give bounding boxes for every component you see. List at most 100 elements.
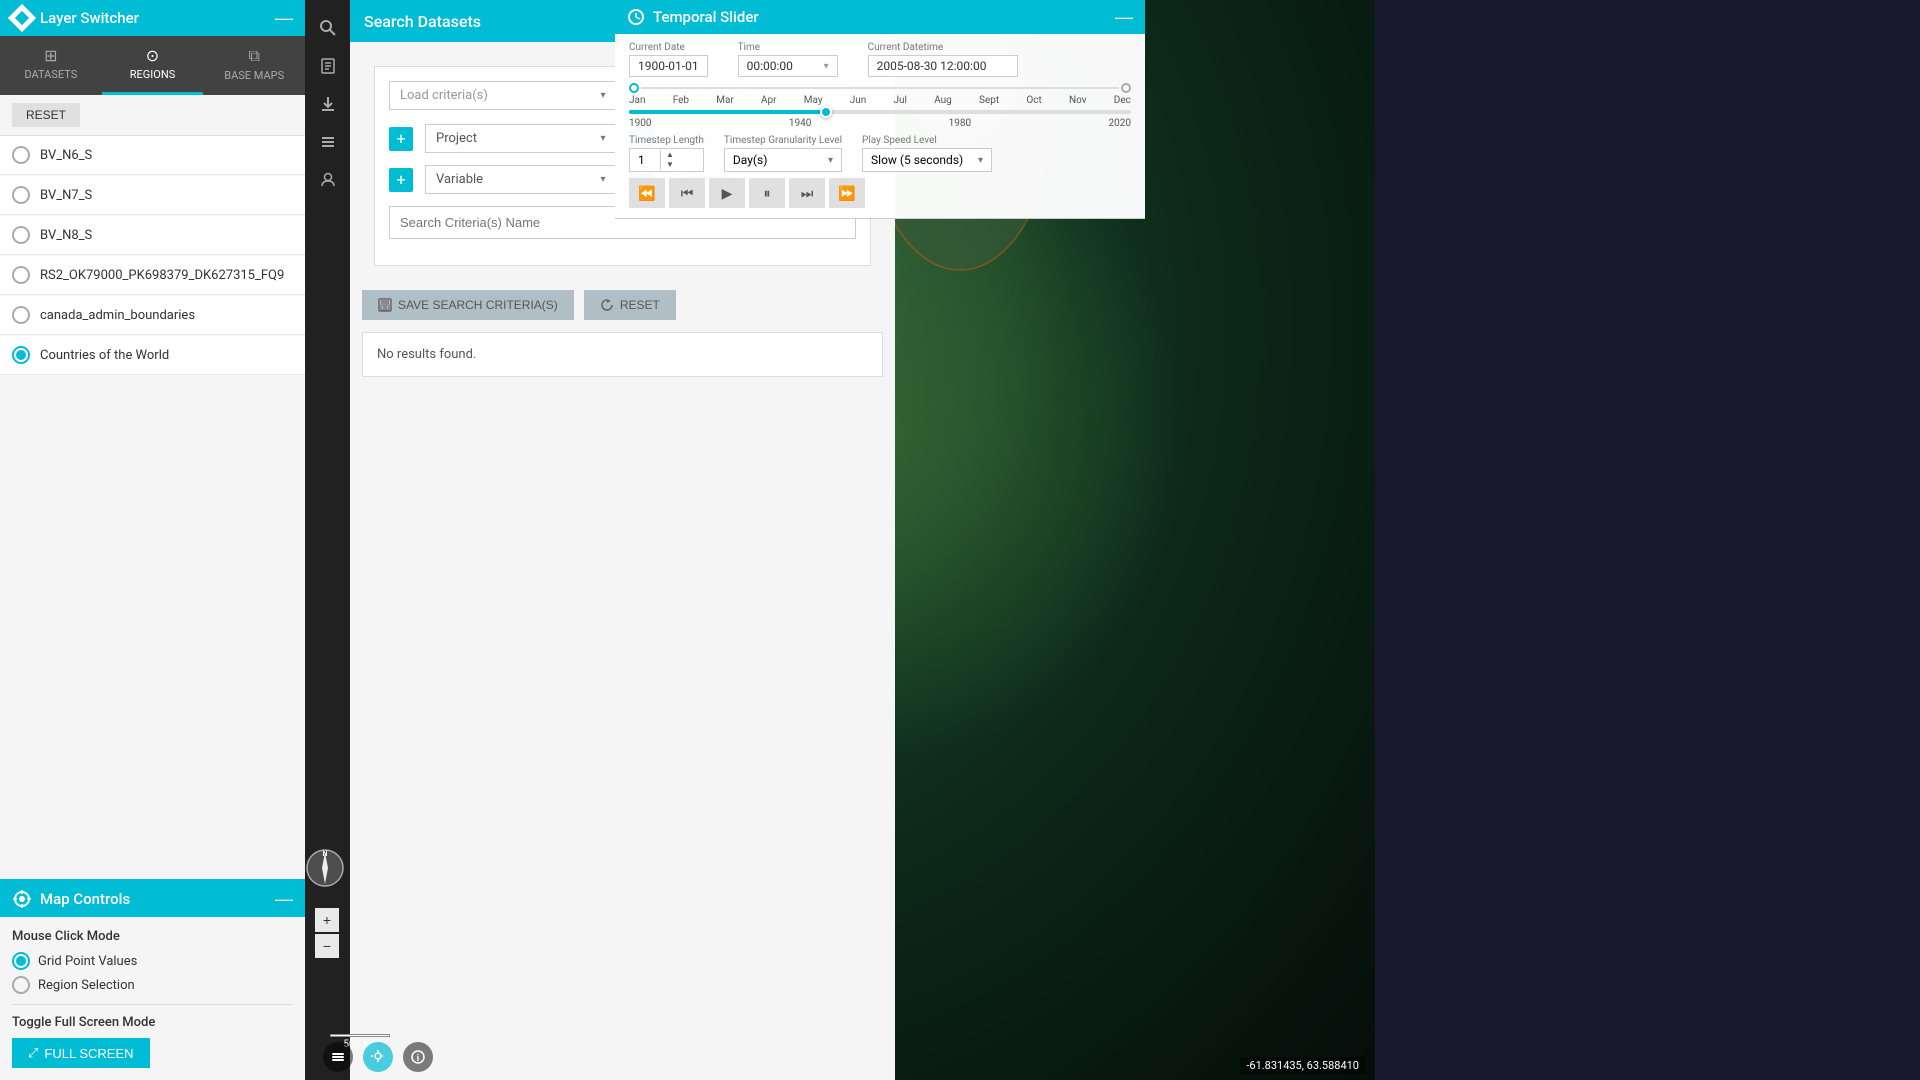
toolbar-document[interactable] <box>310 48 346 84</box>
temporal-header: Temporal Slider — <box>615 0 1145 34</box>
timestep-down[interactable]: ▼ <box>661 160 679 170</box>
month-feb: Feb <box>673 95 689 106</box>
timestep-length-value[interactable]: 1 ▲ ▼ <box>629 148 704 172</box>
map-controls-body: Mouse Click Mode Grid Point Values Regio… <box>0 917 305 1080</box>
timestep-arrows[interactable]: ▲ ▼ <box>660 150 679 170</box>
project-text: Project <box>436 131 477 146</box>
map-icon-2[interactable] <box>363 1042 393 1072</box>
radio-bv-n8[interactable] <box>12 226 30 244</box>
layer-switcher-minimize[interactable]: — <box>275 9 293 27</box>
project-chevron: ▾ <box>600 133 605 144</box>
timestep-granularity-select[interactable]: Day(s) ▾ <box>724 148 842 172</box>
layer-item-bv-n7[interactable]: BV_N7_S <box>0 176 305 215</box>
current-datetime-label: Current Datetime <box>868 42 1018 53</box>
scale-bar-line <box>330 1034 390 1037</box>
zoom-in-button[interactable]: + <box>315 908 339 932</box>
year-slider-fill <box>629 110 830 114</box>
gear-icon <box>12 889 32 909</box>
variable-text: Variable <box>436 172 483 187</box>
play-speed-select[interactable]: Slow (5 seconds) ▾ <box>862 148 992 172</box>
temporal-panel: Temporal Slider — Current Date 1900-01-0… <box>615 0 1145 219</box>
no-results-text: No results found. <box>377 347 476 362</box>
toolbar-search[interactable] <box>310 10 346 46</box>
skip-forward-button[interactable]: ⏭ <box>789 178 825 208</box>
temporal-minimize[interactable]: — <box>1115 8 1133 26</box>
toolbar-import[interactable] <box>310 86 346 122</box>
load-criteria-text: Load criteria(s) <box>400 88 488 103</box>
layers-icon <box>319 133 337 151</box>
month-aug: Aug <box>934 95 952 106</box>
bottom-map-icons: i <box>323 1042 433 1072</box>
coordinates: -61.831435, 63.588410 <box>1240 1057 1365 1074</box>
search-actions: SAVE SEARCH CRITERIA(S) RESET <box>362 290 883 320</box>
skip-back-button[interactable]: ⏮ <box>669 178 705 208</box>
map-icon-3[interactable]: i <box>403 1042 433 1072</box>
year-slider-track[interactable] <box>629 110 1131 114</box>
reset-search-button[interactable]: RESET <box>584 290 676 320</box>
tab-regions[interactable]: ⊙ REGIONS <box>102 36 204 95</box>
rewind-button[interactable]: ⏪ <box>629 178 665 208</box>
radio-region-select[interactable]: Region Selection <box>12 976 293 994</box>
layer-name-countries: Countries of the World <box>40 348 169 363</box>
radio-canada[interactable] <box>12 306 30 324</box>
time-value[interactable]: 00:00:00 ▾ <box>738 55 838 77</box>
month-track <box>641 87 1119 89</box>
tab-datasets[interactable]: ⊞ DATASETS <box>0 36 102 95</box>
toolbar-layers[interactable] <box>310 124 346 160</box>
play-button[interactable]: ▶ <box>709 178 745 208</box>
variable-plus[interactable]: + <box>389 168 413 192</box>
layer-item-bv-n6[interactable]: BV_N6_S <box>0 136 305 175</box>
zoom-out-button[interactable]: − <box>315 934 339 958</box>
play-speed-label: Play Speed Level <box>862 135 992 146</box>
info-bottom-icon: i <box>410 1049 426 1065</box>
radio-bv-n6[interactable] <box>12 146 30 164</box>
toolbar-person[interactable] <box>310 162 346 198</box>
current-datetime-text: 2005-08-30 12:00:00 <box>877 59 987 73</box>
layer-item-countries[interactable]: Countries of the World <box>0 336 305 375</box>
radio-rs2[interactable] <box>12 266 30 284</box>
granularity-arrow: ▾ <box>828 155 833 166</box>
radio-grid-point[interactable]: Grid Point Values <box>12 952 293 970</box>
layer-reset-button[interactable]: RESET <box>12 103 80 127</box>
load-criteria-arrow: ▾ <box>600 90 605 101</box>
current-date-text: 1900-01-01 <box>638 59 699 73</box>
load-criteria-select[interactable]: Load criteria(s) ▾ <box>389 81 617 110</box>
svg-text:i: i <box>417 1054 419 1064</box>
save-search-button[interactable]: SAVE SEARCH CRITERIA(S) <box>362 290 574 320</box>
map-icon-1[interactable] <box>323 1042 353 1072</box>
month-dots-row <box>629 83 1131 93</box>
play-speed-field: Play Speed Level Slow (5 seconds) ▾ <box>862 135 992 172</box>
radio-countries[interactable] <box>12 346 30 364</box>
layer-item-bv-n8[interactable]: BV_N8_S <box>0 216 305 255</box>
radio-bv-n7[interactable] <box>12 186 30 204</box>
tab-basemaps-icon: ⧉ <box>248 46 259 66</box>
radio-region-outer[interactable] <box>12 976 30 994</box>
map-controls-minimize[interactable]: — <box>275 890 293 908</box>
radio-grid-outer[interactable] <box>12 952 30 970</box>
layer-item-rs2[interactable]: RS2_OK79000_PK698379_DK627315_FQ9 <box>0 256 305 295</box>
project-plus[interactable]: + <box>389 127 413 151</box>
fast-forward-button[interactable]: ⏩ <box>829 178 865 208</box>
pause-button[interactable]: ⏸ <box>749 178 785 208</box>
month-dec: Dec <box>1114 95 1131 106</box>
tab-regions-icon: ⊙ <box>146 46 159 65</box>
clock-icon <box>627 8 645 26</box>
play-speed-arrow: ▾ <box>978 155 983 166</box>
layer-item-canada[interactable]: canada_admin_boundaries <box>0 296 305 335</box>
project-select[interactable]: Project ▾ <box>425 124 617 153</box>
time-arrow: ▾ <box>824 61 829 72</box>
save-icon <box>378 298 392 312</box>
fullscreen-label: Toggle Full Screen Mode <box>12 1015 293 1030</box>
current-date-label: Current Date <box>629 42 708 53</box>
layer-list: BV_N6_S BV_N7_S BV_N8_S RS2_OK79000_PK69… <box>0 136 305 879</box>
play-controls: ⏪ ⏮ ▶ ⏸ ⏭ ⏩ <box>629 178 1131 208</box>
year-1900: 1900 <box>629 118 651 129</box>
mouse-mode-label: Mouse Click Mode <box>12 929 293 944</box>
fullscreen-button[interactable]: ⤢ FULL SCREEN <box>12 1038 150 1068</box>
year-slider-thumb[interactable] <box>820 106 832 118</box>
variable-select[interactable]: Variable ▾ <box>425 165 617 194</box>
layer-switcher-header: Layer Switcher — <box>0 0 305 36</box>
tab-basemaps[interactable]: ⧉ BASE MAPS <box>203 36 305 95</box>
current-date-value[interactable]: 1900-01-01 <box>629 55 708 77</box>
timestep-up[interactable]: ▲ <box>661 150 679 160</box>
